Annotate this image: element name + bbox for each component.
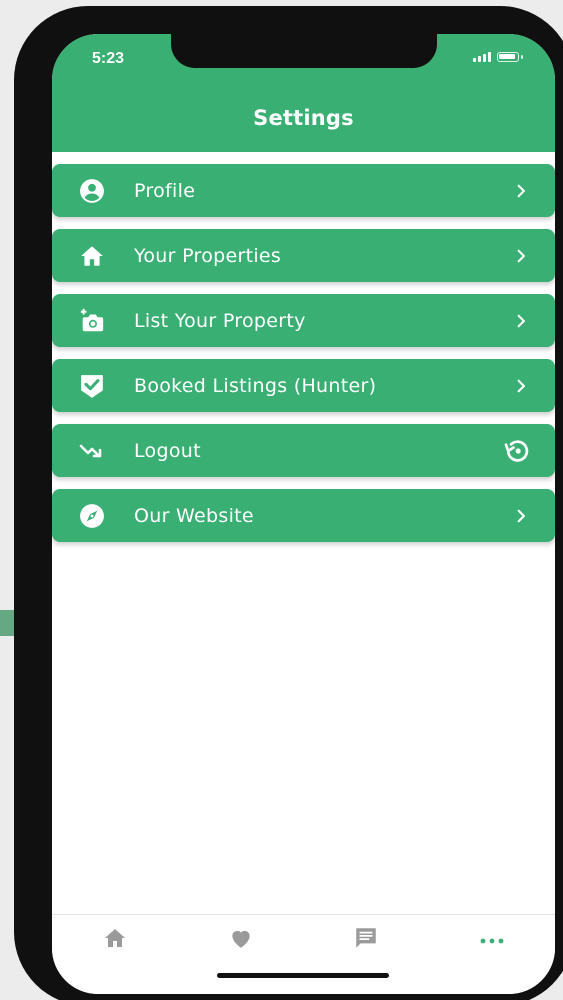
stage: 5:23 Settings Profile Your Properties Li… [0, 0, 563, 1000]
settings-menu: Profile Your Properties List Your Proper… [52, 164, 555, 554]
menu-item-label: List Your Property [134, 309, 306, 332]
chevron-right-icon [511, 376, 531, 396]
menu-item-label: Logout [134, 439, 201, 462]
chevron-right-icon [511, 181, 531, 201]
chat-icon [352, 925, 380, 955]
menu-item-booked-listings[interactable]: Booked Listings (Hunter) [52, 359, 555, 412]
chevron-right-icon [511, 506, 531, 526]
menu-item-logout[interactable]: Logout [52, 424, 555, 477]
trending-arrow-icon [79, 438, 105, 464]
menu-item-label: Your Properties [134, 244, 282, 267]
compass-icon [79, 503, 105, 529]
home-indicator [217, 973, 389, 978]
add-camera-icon [79, 308, 105, 334]
app-screen: 5:23 Settings Profile Your Properties Li… [52, 34, 555, 994]
home-icon [79, 243, 105, 269]
menu-item-your-properties[interactable]: Your Properties [52, 229, 555, 282]
more-icon [479, 931, 505, 950]
menu-item-label: Booked Listings (Hunter) [134, 374, 377, 397]
battery-icon [497, 52, 519, 62]
menu-item-our-website[interactable]: Our Website [52, 489, 555, 542]
device-notch [171, 34, 437, 68]
tab-messages[interactable] [346, 925, 386, 955]
status-time: 5:23 [92, 50, 125, 67]
menu-item-profile[interactable]: Profile [52, 164, 555, 217]
menu-item-label: Profile [134, 179, 196, 202]
bottom-tab-bar [52, 914, 555, 994]
phone-frame: 5:23 Settings Profile Your Properties Li… [14, 6, 563, 1000]
verified-check-icon [79, 373, 105, 399]
battery-tip [521, 55, 523, 59]
chevron-right-icon [511, 311, 531, 331]
signal-icon [473, 52, 491, 62]
heart-icon [227, 925, 255, 955]
page-title: Settings [253, 106, 354, 130]
tab-home[interactable] [95, 925, 135, 955]
header-bar: 5:23 Settings [52, 34, 555, 152]
tab-more[interactable] [472, 925, 512, 955]
menu-item-list-your-property[interactable]: List Your Property [52, 294, 555, 347]
restore-icon [503, 437, 531, 465]
account-circle-icon [79, 178, 105, 204]
home-icon [102, 926, 128, 954]
menu-item-label: Our Website [134, 504, 254, 527]
chevron-right-icon [511, 246, 531, 266]
status-icons [473, 52, 523, 62]
tab-favorites[interactable] [221, 925, 261, 955]
